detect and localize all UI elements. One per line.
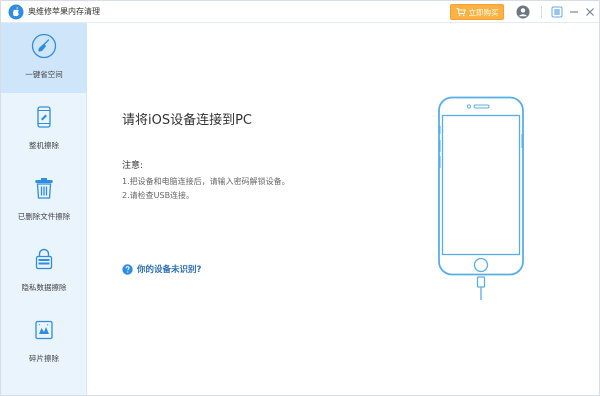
fragment-icon bbox=[35, 320, 53, 340]
sidebar-item-deleted-files-erase[interactable]: 已删除文件擦除 bbox=[1, 165, 87, 235]
sidebar-item-label: 整机擦除 bbox=[29, 141, 59, 150]
buy-now-button[interactable]: 立即购买 bbox=[450, 4, 504, 20]
note-line: 1.把设备和电脑连接后，请输入密码解锁设备。 bbox=[122, 177, 290, 186]
sidebar-item-label: 已删除文件擦除 bbox=[17, 212, 71, 221]
close-icon[interactable] bbox=[584, 6, 596, 18]
note-line: 2.请检查USB连接。 bbox=[122, 191, 195, 200]
buy-now-label: 立即购买 bbox=[468, 7, 499, 17]
titlebar-divider bbox=[541, 6, 542, 18]
sidebar-item-label: 隐私数据擦除 bbox=[21, 283, 67, 292]
menu-icon[interactable] bbox=[551, 6, 563, 18]
lock-icon bbox=[35, 248, 53, 270]
note-title: 注意: bbox=[122, 161, 144, 171]
help-link-label: 你的设备未识别? bbox=[137, 265, 202, 275]
app-logo-icon bbox=[8, 4, 24, 20]
broom-icon bbox=[31, 33, 57, 59]
sidebar-item-privacy-erase[interactable]: 隐私数据擦除 bbox=[1, 236, 87, 306]
title-bar: 奥维修苹果内存清理 立即购买 bbox=[1, 1, 599, 23]
user-account-icon[interactable] bbox=[516, 5, 530, 19]
app-title: 奥维修苹果内存清理 bbox=[28, 7, 100, 16]
iphone-illustration bbox=[438, 96, 524, 300]
device-not-recognized-link[interactable]: 你的设备未识别? bbox=[122, 263, 201, 275]
question-icon bbox=[122, 263, 133, 275]
sidebar: 一键省空间 整机擦除 已删除文件擦除 隐私数据擦除 碎片擦除 bbox=[1, 23, 87, 395]
connect-device-heading: 请将iOS设备连接到PC bbox=[122, 113, 253, 128]
app-window: 奥维修苹果内存清理 立即购买 一键省空间 整机擦除 已删除文件擦除 隐私数据擦除… bbox=[0, 0, 600, 396]
sidebar-item-full-erase[interactable]: 整机擦除 bbox=[1, 94, 87, 164]
sidebar-item-label: 碎片擦除 bbox=[29, 354, 59, 363]
phone-erase-icon bbox=[37, 106, 51, 128]
trash-icon bbox=[35, 178, 53, 199]
sidebar-item-fragment-erase[interactable]: 碎片擦除 bbox=[1, 307, 87, 377]
cart-icon bbox=[456, 8, 466, 17]
sidebar-item-label: 一键省空间 bbox=[25, 70, 63, 79]
minimize-icon[interactable] bbox=[568, 6, 580, 18]
sidebar-item-save-space[interactable]: 一键省空间 bbox=[1, 23, 87, 93]
